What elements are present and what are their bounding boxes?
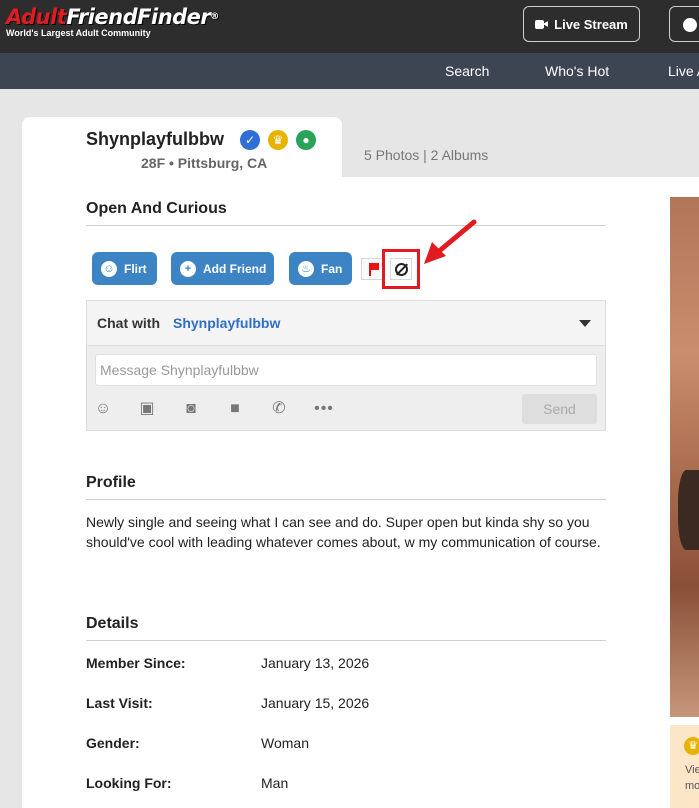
phone-icon[interactable]: ✆ <box>269 400 289 418</box>
detail-label: Looking For: <box>86 775 172 791</box>
divider <box>86 640 606 641</box>
nav-item-whos-hot[interactable]: Who's Hot <box>545 63 609 79</box>
chat-button[interactable] <box>669 6 699 42</box>
profile-meta: 28F • Pittsburg, CA <box>141 155 268 171</box>
more-icon[interactable]: ••• <box>311 400 337 418</box>
live-stream-button[interactable]: Live Stream <box>523 6 640 42</box>
smile-icon: ☺ <box>101 260 117 277</box>
detail-value: Woman <box>261 735 309 751</box>
live-stream-label: Live Stream <box>554 16 628 32</box>
promo-line-1: Vie <box>685 764 699 776</box>
logo-reg: ® <box>210 12 219 22</box>
detail-label: Gender: <box>86 735 140 751</box>
logo-text-red: Adult <box>6 5 67 29</box>
detail-value: January 15, 2026 <box>261 695 370 711</box>
profile-photo[interactable] <box>670 197 699 717</box>
crown-icon: ♛ <box>268 130 288 150</box>
emoji-icon[interactable]: ☺ <box>93 400 113 418</box>
users-icon: + <box>180 260 196 277</box>
highlight-annotation-box <box>382 249 420 289</box>
video-camera-icon <box>535 19 549 29</box>
nav-item-search[interactable]: Search <box>445 63 489 79</box>
detail-value: Man <box>261 775 289 791</box>
divider <box>86 499 606 500</box>
profile-section-title: Profile <box>86 474 136 491</box>
promo-line-2: mo <box>685 780 699 792</box>
verified-check-icon: ✓ <box>240 130 260 150</box>
detail-label: Last Visit: <box>86 695 153 711</box>
site-logo[interactable]: AdultFriendFinder® World's Largest Adult… <box>6 6 219 38</box>
add-friend-button[interactable]: + Add Friend <box>171 252 274 285</box>
fan-label: Fan <box>321 261 343 276</box>
caret-down-icon[interactable] <box>579 320 591 327</box>
promo-text: Vie mo <box>685 762 699 794</box>
chat-panel: Chat with Shynplayfulbbw ☺ ▣ ◙ ■ ✆ ••• S… <box>86 300 606 431</box>
nav-item-live[interactable]: Live A <box>668 63 699 79</box>
detail-value: January 13, 2026 <box>261 655 370 671</box>
gift-icon[interactable]: ▣ <box>137 400 157 418</box>
chat-with-label: Chat with <box>97 315 160 331</box>
details-section-title: Details <box>86 615 139 632</box>
logo-tagline: World's Largest Adult Community <box>6 28 151 38</box>
video-icon[interactable]: ■ <box>225 400 245 418</box>
top-bar: AdultFriendFinder® World's Largest Adult… <box>0 0 699 53</box>
photos-albums-link[interactable]: 5 Photos | 2 Albums <box>364 147 488 163</box>
profile-description: Newly single and seeing what I can see a… <box>86 514 601 550</box>
crown-icon: ♛ <box>684 737 699 755</box>
flirt-button[interactable]: ☺ Flirt <box>92 252 157 285</box>
send-button[interactable]: Send <box>522 394 597 424</box>
main-nav: Search Who's Hot Live A <box>0 53 699 89</box>
divider <box>86 225 606 226</box>
profile-username: Shynplayfulbbw <box>86 129 225 149</box>
profile-headline: Open And Curious <box>86 200 227 217</box>
profile-photo-detail <box>678 470 699 550</box>
flirt-label: Flirt <box>124 261 147 276</box>
chat-bubble-icon <box>683 18 697 32</box>
chat-recipient-name[interactable]: Shynplayfulbbw <box>173 315 280 331</box>
message-input[interactable] <box>95 354 597 386</box>
flag-cloth <box>370 263 379 270</box>
add-friend-label: Add Friend <box>203 261 267 276</box>
annotation-arrow-icon <box>424 219 477 264</box>
camera-icon[interactable]: ◙ <box>181 400 201 418</box>
logo-text-white: FriendFinder <box>66 5 211 29</box>
fan-button[interactable]: ♨ Fan <box>289 252 352 285</box>
flame-icon: ♨ <box>298 260 314 277</box>
detail-label: Member Since: <box>86 655 186 671</box>
chat-header[interactable]: Chat with Shynplayfulbbw <box>87 301 605 346</box>
user-icon: ● <box>296 130 316 150</box>
